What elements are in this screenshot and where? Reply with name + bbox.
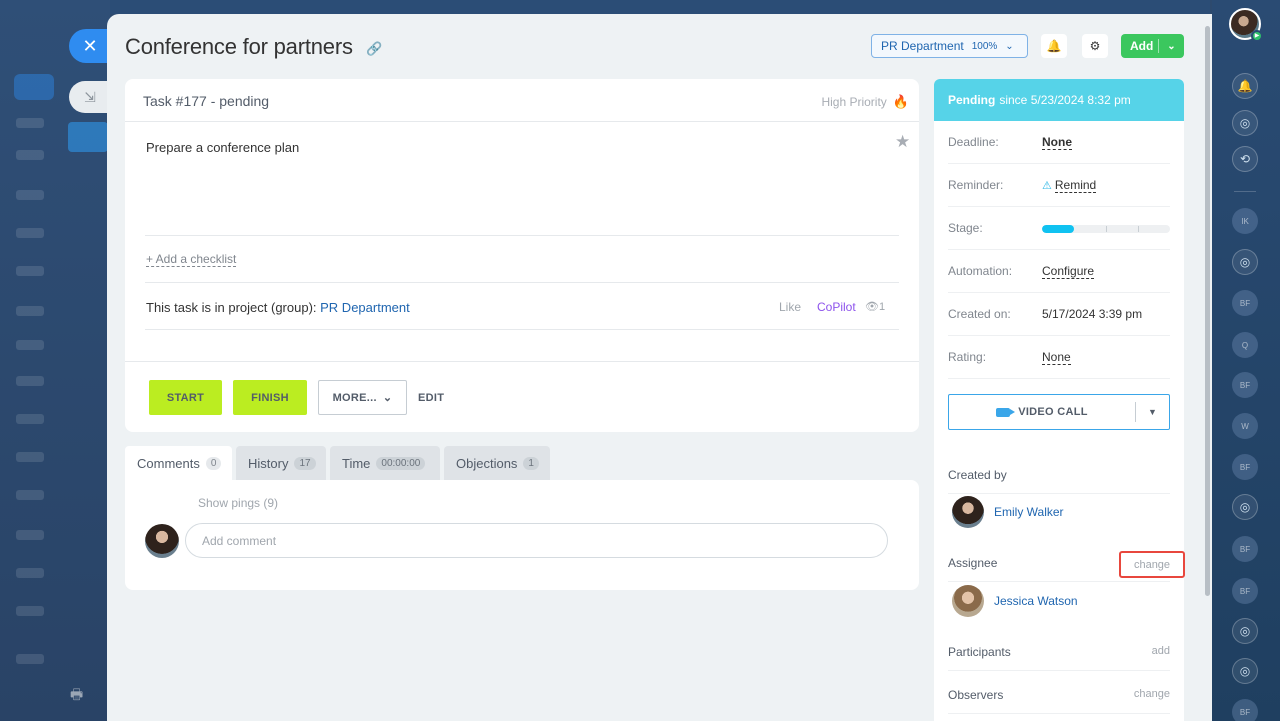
copilot-chat-icon[interactable]: ◎ [1232, 618, 1258, 644]
project-info: This task is in project (group): PR Depa… [146, 300, 410, 315]
chevron-down-icon[interactable]: ▼ [1136, 407, 1169, 417]
sidebar-avatar[interactable]: BF [1232, 536, 1258, 562]
video-call-button[interactable]: VIDEO CALL ▼ [948, 394, 1170, 430]
priority-toggle[interactable]: High Priority 🔥 [821, 94, 909, 110]
add-checklist-link[interactable]: + Add a checklist [146, 252, 237, 267]
print-icon[interactable]: 🖶 [70, 684, 86, 702]
chevron-down-icon: ⌄ [382, 392, 393, 404]
sidebar-avatar[interactable]: BF [1232, 372, 1258, 398]
sidebar-avatar[interactable]: BF [1232, 454, 1258, 480]
add-button[interactable]: Add ⌄ [1121, 34, 1184, 58]
add-participant-link[interactable]: add [1152, 645, 1170, 657]
more-button[interactable]: MORE... ⌄ [318, 380, 407, 415]
scrollbar-thumb[interactable] [1205, 26, 1210, 596]
task-description: Prepare a conference plan [146, 140, 300, 155]
copilot-chat-icon[interactable]: ◎ [1232, 494, 1258, 520]
eye-icon: 👁 [865, 301, 879, 313]
sidebar-avatar[interactable]: BF [1232, 290, 1258, 316]
page-title: Conference for partners [125, 34, 353, 59]
project-link[interactable]: PR Department [320, 300, 410, 315]
remind-link[interactable]: ⚠ Remind [1042, 178, 1097, 193]
views-counter: 👁1 [865, 301, 886, 313]
deadline-value[interactable]: None [1042, 135, 1072, 150]
copilot-chat-icon[interactable]: ◎ [1232, 249, 1258, 275]
flame-icon: 🔥 [892, 94, 909, 109]
settings-button[interactable]: ⚙ [1082, 34, 1108, 58]
created-on-row: Created on: 5/17/2024 3:39 pm [948, 293, 1170, 336]
priority-label: High Priority [821, 95, 887, 109]
collapse-button[interactable]: ⇲ [69, 81, 107, 113]
task-card: Task #177 - pending High Priority 🔥 ★ Pr… [125, 79, 919, 432]
close-icon: ✕ [82, 35, 98, 56]
sidebar-avatar[interactable]: BF [1232, 699, 1258, 721]
tab-history[interactable]: History 17 [236, 446, 326, 480]
status-badge: Pending since 5/23/2024 8:32 pm [934, 79, 1184, 121]
task-header: Task #177 - pending High Priority 🔥 [125, 79, 919, 122]
assignee-user[interactable]: Jessica Watson [952, 585, 1078, 617]
comments-panel: Show pings (9) Add comment [125, 480, 919, 590]
comment-input[interactable]: Add comment [185, 523, 888, 558]
stage-row: Stage: [948, 207, 1170, 250]
sidebar-avatar[interactable]: W [1232, 413, 1258, 439]
sidebar-avatar[interactable]: BF [1232, 578, 1258, 604]
task-title: Task #177 - pending [143, 93, 270, 109]
stage-progress[interactable] [1042, 225, 1170, 233]
avatar [145, 524, 179, 558]
project-button[interactable]: PR Department 100% ⌄ [871, 34, 1028, 58]
tab-comments[interactable]: Comments 0 [125, 446, 232, 480]
user-avatar[interactable]: ▶ [1229, 8, 1263, 42]
gear-icon: ⚙ [1089, 39, 1101, 53]
task-details-sidebar: Pending since 5/23/2024 8:32 pm Deadline:… [934, 79, 1184, 721]
chevron-down-icon[interactable]: ⌄ [1159, 41, 1184, 52]
more-label: MORE... [332, 391, 377, 404]
add-label: Add [1130, 39, 1154, 53]
background-app-header [110, 0, 1210, 14]
chat-icon[interactable]: ⟲ [1232, 146, 1258, 172]
sidebar-avatar[interactable]: Q [1232, 332, 1258, 358]
right-sidebar [1212, 0, 1280, 721]
copilot-chat-icon[interactable]: ◎ [1232, 658, 1258, 684]
notifications-icon[interactable]: 🔔 [1232, 73, 1258, 99]
change-observers-link[interactable]: change [1134, 688, 1170, 700]
tab-time[interactable]: Time 00:00:00 [330, 446, 440, 480]
change-assignee-link[interactable]: change [1119, 551, 1185, 578]
bell-icon: 🔔 [1046, 39, 1062, 53]
project-prefix: This task is in project (group): [146, 300, 317, 315]
avatar [952, 585, 984, 617]
close-button[interactable]: ✕ [69, 29, 107, 63]
configure-link[interactable]: Configure [1042, 264, 1095, 279]
copy-link-icon[interactable]: 🔗 [366, 41, 382, 57]
copilot-button[interactable]: CoPilot [817, 300, 856, 314]
start-button[interactable]: START [149, 380, 222, 415]
video-camera-icon [996, 407, 1016, 417]
automation-row: Automation: Configure [948, 250, 1170, 293]
project-label: PR Department [881, 39, 964, 53]
finish-button[interactable]: FINISH [233, 380, 307, 415]
bell-button[interactable]: 🔔 [1041, 34, 1067, 58]
rating-row: Rating: None [948, 336, 1170, 379]
online-status-icon: ▶ [1251, 30, 1263, 42]
deadline-row: Deadline: None [948, 121, 1170, 164]
star-icon[interactable]: ★ [895, 132, 910, 152]
created-on-value: 5/17/2024 3:39 pm [1042, 307, 1143, 321]
collapse-icon: ⇲ [84, 88, 96, 105]
sidebar-avatar[interactable]: IK [1232, 208, 1258, 234]
rating-value[interactable]: None [1042, 350, 1071, 365]
show-pings-link[interactable]: Show pings (9) [198, 496, 278, 510]
created-by-user[interactable]: Emily Walker [952, 496, 1064, 528]
bell-icon: ⚠ [1042, 180, 1052, 192]
like-button[interactable]: Like [779, 300, 801, 314]
project-percent: 100% [971, 40, 998, 52]
participants-section: Participants add [948, 645, 1170, 671]
chevron-down-icon: ⌄ [1005, 40, 1014, 52]
edit-button[interactable]: EDIT [418, 392, 444, 404]
created-by-section: Created by [948, 468, 1170, 494]
video-call-label: VIDEO CALL [1018, 406, 1088, 418]
copilot-icon[interactable]: ◎ [1232, 110, 1258, 136]
tab-objections[interactable]: Objections 1 [444, 446, 550, 480]
avatar [952, 496, 984, 528]
observers-section: Observers change [948, 688, 1170, 714]
reminder-row: Reminder: ⚠ Remind [948, 164, 1170, 207]
